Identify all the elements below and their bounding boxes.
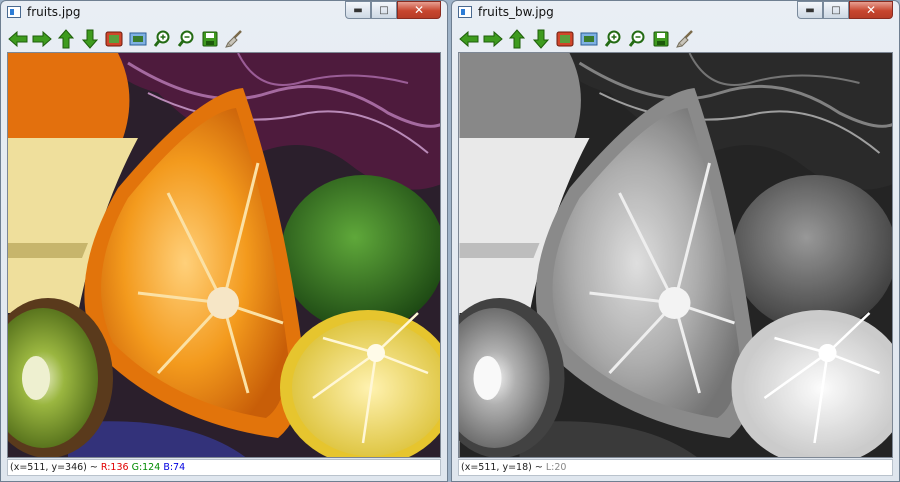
clear-icon: [676, 30, 693, 48]
image-window-grayscale: fruits_bw.jpg ▬ □ ✕ (x=511, y=18) ~ L:20: [451, 0, 900, 482]
pan-down-button[interactable]: [530, 28, 552, 50]
app-icon: [458, 6, 472, 18]
save-button[interactable]: [199, 28, 221, 50]
image-viewport[interactable]: [458, 52, 893, 458]
zoom-out-button[interactable]: [175, 28, 197, 50]
image-window-color: fruits.jpg ▬ □ ✕ (x=511, y=346) ~ R:136 …: [0, 0, 448, 482]
cursor-coordinates: (x=511, y=18) ~: [461, 462, 546, 473]
toolbar: [7, 28, 245, 50]
fruits-bw-image[interactable]: [459, 53, 893, 458]
arrow-up-icon: [508, 29, 526, 49]
original-size-button[interactable]: [103, 28, 125, 50]
maximize-button[interactable]: □: [371, 1, 397, 19]
maximize-button[interactable]: □: [823, 1, 849, 19]
minimize-button[interactable]: ▬: [345, 1, 371, 19]
zoom-out-icon: [177, 30, 194, 47]
zoom-out-icon: [628, 30, 645, 47]
pan-left-button[interactable]: [458, 28, 480, 50]
arrow-up-icon: [57, 29, 75, 49]
clear-icon: [225, 30, 242, 48]
fit-icon: [129, 32, 147, 46]
window-title: fruits_bw.jpg: [478, 5, 554, 19]
title-bar[interactable]: fruits.jpg ▬ □ ✕: [1, 1, 447, 25]
arrow-right-icon: [32, 30, 52, 48]
save-button[interactable]: [650, 28, 672, 50]
clear-button[interactable]: [674, 28, 696, 50]
zoom-in-icon: [153, 30, 170, 47]
arrow-left-icon: [459, 30, 479, 48]
pan-right-button[interactable]: [482, 28, 504, 50]
arrow-down-icon: [81, 29, 99, 49]
pan-up-button[interactable]: [55, 28, 77, 50]
close-button[interactable]: ✕: [397, 1, 441, 19]
pan-up-button[interactable]: [506, 28, 528, 50]
pan-left-button[interactable]: [7, 28, 29, 50]
blue-value: B:74: [163, 462, 186, 473]
arrow-right-icon: [483, 30, 503, 48]
save-icon: [653, 31, 669, 47]
image-icon: [556, 31, 574, 47]
fit-window-button[interactable]: [578, 28, 600, 50]
zoom-in-button[interactable]: [151, 28, 173, 50]
minimize-button[interactable]: ▬: [797, 1, 823, 19]
fit-icon: [580, 32, 598, 46]
arrow-left-icon: [8, 30, 28, 48]
image-icon: [105, 31, 123, 47]
image-viewport[interactable]: [7, 52, 441, 458]
app-icon: [7, 6, 21, 18]
original-size-button[interactable]: [554, 28, 576, 50]
arrow-down-icon: [532, 29, 550, 49]
toolbar: [458, 28, 696, 50]
title-bar[interactable]: fruits_bw.jpg ▬ □ ✕: [452, 1, 899, 25]
red-value: R:136: [100, 462, 129, 473]
fit-window-button[interactable]: [127, 28, 149, 50]
zoom-out-button[interactable]: [626, 28, 648, 50]
zoom-in-button[interactable]: [602, 28, 624, 50]
zoom-in-icon: [604, 30, 621, 47]
close-button[interactable]: ✕: [849, 1, 893, 19]
window-title: fruits.jpg: [27, 5, 81, 19]
status-bar: (x=511, y=18) ~ L:20: [458, 459, 893, 476]
green-value: G:124: [131, 462, 161, 473]
pan-down-button[interactable]: [79, 28, 101, 50]
save-icon: [202, 31, 218, 47]
luminance-value: L:20: [545, 462, 567, 473]
pan-right-button[interactable]: [31, 28, 53, 50]
cursor-coordinates: (x=511, y=346) ~: [10, 462, 101, 473]
status-bar: (x=511, y=346) ~ R:136 G:124 B:74: [7, 459, 441, 476]
fruits-image[interactable]: [8, 53, 441, 458]
clear-button[interactable]: [223, 28, 245, 50]
